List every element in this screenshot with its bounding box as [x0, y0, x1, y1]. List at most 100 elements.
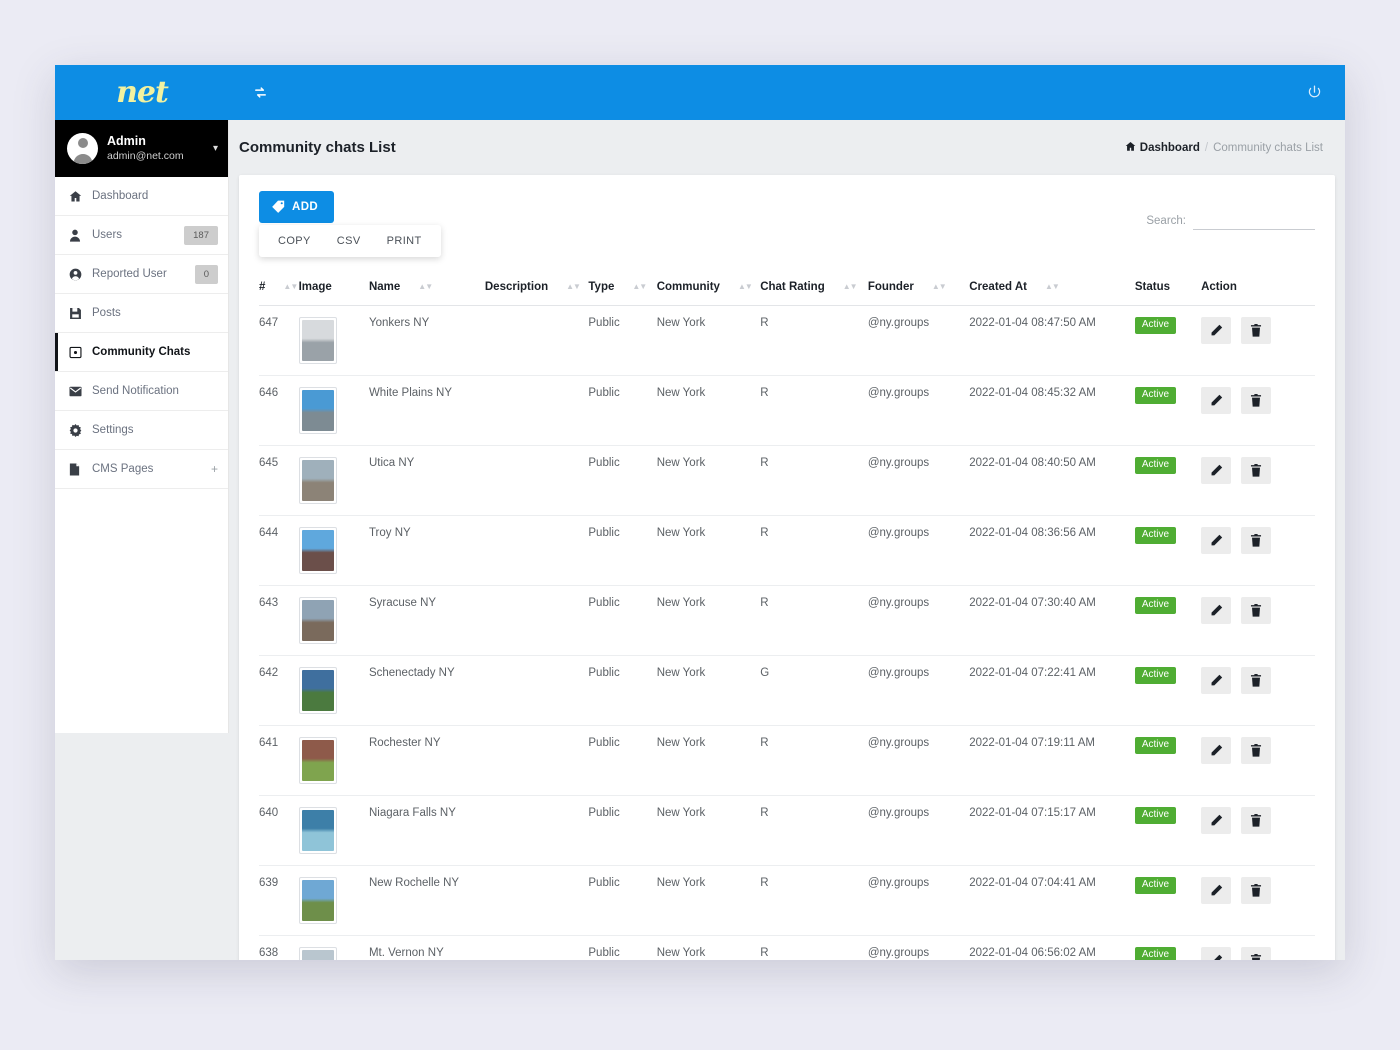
breadcrumb-dashboard-link[interactable]: Dashboard	[1125, 141, 1200, 154]
column-header-image[interactable]: Image	[298, 271, 369, 306]
row-thumbnail[interactable]	[298, 527, 337, 574]
edit-button[interactable]	[1201, 807, 1232, 834]
table-row[interactable]: 644 Troy NY Public New York R @ny.groups 2022-…	[259, 515, 1315, 586]
row-thumbnail[interactable]	[298, 597, 337, 644]
file-icon	[69, 462, 86, 476]
edit-button[interactable]	[1201, 387, 1232, 414]
row-thumbnail[interactable]	[298, 667, 337, 714]
sidebar-item-dashboard[interactable]: Dashboard	[55, 177, 228, 216]
sidebar-item-users[interactable]: Users 187	[55, 216, 228, 255]
cell-image	[298, 305, 369, 376]
brand-logo[interactable]: net	[55, 77, 229, 108]
table-row[interactable]: 647 Yonkers NY Public New York R @ny.groups 20…	[259, 305, 1315, 376]
row-thumbnail[interactable]	[298, 877, 337, 924]
edit-button[interactable]	[1201, 877, 1232, 904]
cell-created-at: 2022-01-04 07:19:11 AM	[969, 725, 1135, 796]
column-header-description[interactable]: Description ▲▼	[484, 271, 589, 306]
cell-status: Active	[1134, 375, 1202, 446]
status-badge: Active	[1134, 597, 1177, 614]
edit-button[interactable]	[1201, 457, 1232, 484]
cell-description	[484, 375, 589, 446]
table-row[interactable]: 639 New Rochelle NY Public New York R @ny.gro…	[259, 865, 1315, 936]
delete-button[interactable]	[1241, 807, 1272, 834]
cell-founder: @ny.groups	[867, 865, 970, 936]
row-thumbnail[interactable]	[298, 807, 337, 854]
add-button[interactable]: ADD	[259, 191, 335, 223]
csv-button[interactable]: CSV	[326, 230, 372, 252]
cell-image	[298, 445, 369, 516]
sort-indicator-icon: ▲▼	[566, 282, 581, 291]
delete-button[interactable]	[1241, 737, 1272, 764]
status-badge: Active	[1134, 667, 1177, 684]
cell-description	[484, 865, 589, 936]
cell-type: Public	[588, 655, 657, 726]
edit-button[interactable]	[1201, 597, 1232, 624]
sidebar-item-posts[interactable]: Posts	[55, 294, 228, 333]
column-header-type[interactable]: Type ▲▼	[588, 271, 657, 306]
edit-button[interactable]	[1201, 527, 1232, 554]
table-row[interactable]: 642 Schenectady NY Public New York G @ny.grou…	[259, 655, 1315, 726]
cell-action	[1201, 375, 1315, 446]
home-icon	[69, 190, 86, 203]
table-row[interactable]: 640 Niagara Falls NY Public New York R @ny.gr…	[259, 795, 1315, 866]
row-thumbnail[interactable]	[298, 947, 337, 960]
delete-button[interactable]	[1241, 877, 1272, 904]
row-thumbnail[interactable]	[298, 457, 337, 504]
delete-button[interactable]	[1241, 457, 1272, 484]
delete-button[interactable]	[1241, 597, 1272, 624]
column-header-community[interactable]: Community ▲▼	[656, 271, 761, 306]
print-button[interactable]: PRINT	[376, 230, 433, 252]
column-header-action[interactable]: Action	[1201, 271, 1315, 306]
sidebar-item-settings[interactable]: Settings	[55, 411, 228, 450]
status-badge: Active	[1134, 807, 1177, 824]
sidebar-item-send-notification[interactable]: Send Notification	[55, 372, 228, 411]
delete-button[interactable]	[1241, 667, 1272, 694]
plus-icon[interactable]: +	[211, 462, 218, 476]
envelope-icon	[69, 386, 86, 397]
copy-button[interactable]: COPY	[267, 230, 322, 252]
edit-button[interactable]	[1201, 317, 1232, 344]
sidebar-profile[interactable]: Admin admin@net.com ▾	[55, 120, 228, 177]
row-thumbnail[interactable]	[298, 317, 337, 364]
col-label: Created At	[969, 281, 1027, 293]
sidebar-item-reported-user[interactable]: Reported User 0	[55, 255, 228, 294]
power-icon[interactable]	[1306, 84, 1323, 101]
cell-community: New York	[656, 515, 761, 586]
column-header-created-at[interactable]: Created At ▲▼	[969, 271, 1135, 306]
delete-button[interactable]	[1241, 527, 1272, 554]
status-badge: Active	[1134, 387, 1177, 404]
status-badge: Active	[1134, 457, 1177, 474]
edit-button[interactable]	[1201, 667, 1232, 694]
edit-button[interactable]	[1201, 947, 1232, 960]
delete-button[interactable]	[1241, 947, 1272, 960]
delete-button[interactable]	[1241, 317, 1272, 344]
cell-type: Public	[588, 935, 657, 960]
sidebar-badge-reported: 0	[194, 264, 218, 284]
column-header-status[interactable]: Status	[1134, 271, 1202, 306]
table-row[interactable]: 645 Utica NY Public New York R @ny.groups 2022…	[259, 445, 1315, 516]
table-row[interactable]: 646 White Plains NY Public New York R @ny.gro…	[259, 375, 1315, 446]
table-row[interactable]: 641 Rochester NY Public New York R @ny.groups…	[259, 725, 1315, 796]
cell-image	[298, 375, 369, 446]
search-input[interactable]	[1193, 211, 1315, 230]
column-header-founder[interactable]: Founder ▲▼	[867, 271, 970, 306]
column-header-name[interactable]: Name ▲▼	[368, 271, 485, 306]
delete-button[interactable]	[1241, 387, 1272, 414]
row-thumbnail[interactable]	[298, 737, 337, 784]
save-icon	[69, 307, 86, 320]
table-row[interactable]: 643 Syracuse NY Public New York R @ny.groups 2…	[259, 585, 1315, 656]
sidebar-item-community-chats[interactable]: Community Chats	[55, 333, 228, 372]
col-label: Type	[588, 281, 615, 293]
column-header-chat-rating[interactable]: Chat Rating ▲▼	[760, 271, 868, 306]
exchange-arrows-icon[interactable]	[253, 85, 268, 100]
row-thumbnail[interactable]	[298, 387, 337, 434]
table-row[interactable]: 638 Mt. Vernon NY Public New York R @ny.group…	[259, 935, 1315, 960]
cell-founder: @ny.groups	[867, 305, 970, 376]
cell-founder: @ny.groups	[867, 795, 970, 866]
cell-status: Active	[1134, 935, 1202, 960]
edit-button[interactable]	[1201, 737, 1232, 764]
column-header-num[interactable]: # ▲▼	[259, 271, 299, 306]
cell-num: 640	[259, 795, 299, 866]
chevron-down-icon[interactable]: ▾	[213, 143, 218, 154]
sidebar-item-cms-pages[interactable]: CMS Pages +	[55, 450, 228, 489]
